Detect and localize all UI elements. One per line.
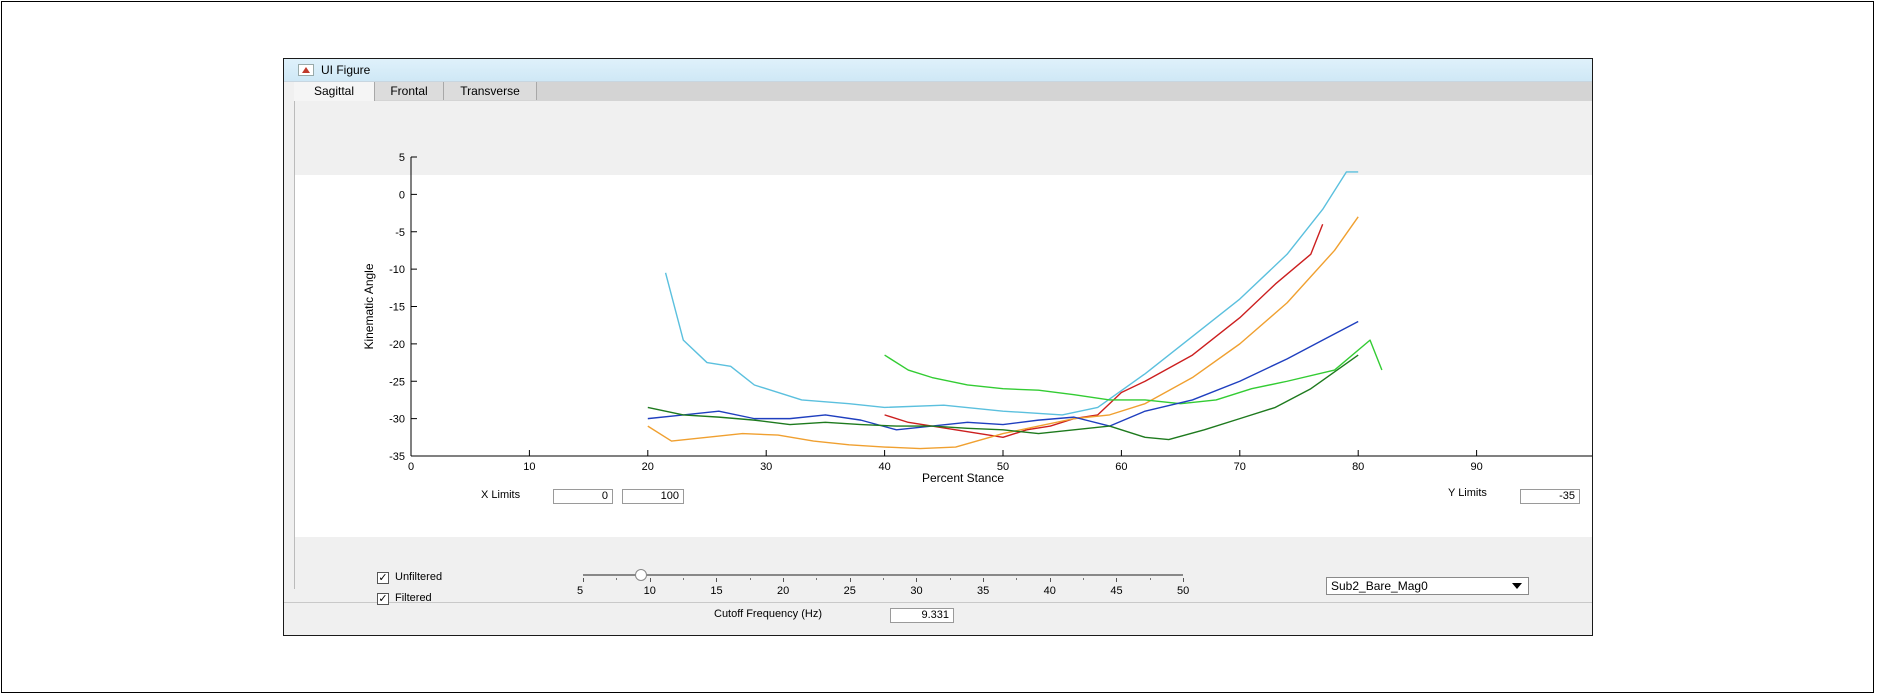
x-axis-label: Percent Stance (922, 471, 1004, 485)
tab-bar: Sagittal Frontal Transverse (294, 82, 1592, 102)
series-line-4 (647, 320, 1359, 431)
series-line-3 (884, 339, 1383, 405)
unfiltered-label: Unfiltered (395, 571, 443, 583)
y-tick-label: 0 (399, 189, 405, 201)
slider-tick-label: 35 (977, 585, 990, 597)
unfiltered-checkbox[interactable]: ✓ (377, 572, 389, 584)
dataset-dropdown-value: Sub2_Bare_Mag0 (1331, 579, 1428, 593)
slider-tick-mark (649, 578, 651, 582)
slider-tick-label: 50 (1177, 585, 1190, 597)
slider-tick-mark (1049, 578, 1051, 582)
cutoff-slider-track[interactable] (583, 574, 1183, 576)
ui-figure-window: UI Figure Sagittal Frontal Transverse 50… (283, 58, 1593, 636)
tab-sagittal[interactable]: Sagittal (294, 82, 375, 102)
y-limits-label: Y Limits (1448, 487, 1487, 499)
slider-minor-tick (616, 578, 618, 580)
slider-minor-tick (816, 578, 818, 580)
cutoff-slider-thumb[interactable] (634, 569, 647, 581)
x-tick-label: 10 (523, 461, 535, 473)
slider-minor-tick (683, 578, 684, 580)
y-limits-min-field[interactable]: -35 (1520, 489, 1580, 504)
slider-tick-label: 5 (577, 585, 584, 597)
slider-tick-label: 20 (777, 585, 790, 597)
x-tick-label: 0 (408, 461, 414, 473)
y-tick-label: -20 (389, 339, 405, 351)
y-tick-label: 5 (399, 152, 405, 164)
slider-tick-mark (849, 578, 851, 582)
window-title: UI Figure (321, 63, 371, 77)
slider-tick-mark (1116, 578, 1118, 582)
slider-tick-label: 10 (643, 585, 656, 597)
slider-tick-label: 25 (843, 585, 856, 597)
slider-tick-mark (983, 578, 984, 582)
tab-frontal[interactable]: Frontal (375, 82, 444, 100)
matlab-icon (298, 64, 314, 76)
slider-minor-tick (883, 578, 884, 580)
series-line-2 (647, 216, 1359, 450)
chevron-down-icon (1512, 583, 1522, 589)
control-divider (284, 602, 1592, 603)
series-line-0 (664, 171, 1359, 416)
slider-minor-tick (1016, 578, 1018, 580)
x-limits-min-field[interactable]: 0 (553, 489, 613, 504)
slider-minor-tick (749, 578, 751, 580)
cutoff-frequency-label: Cutoff Frequency (Hz) (714, 608, 823, 620)
x-tick-label: 30 (760, 461, 772, 473)
x-limits-label: X Limits (481, 489, 521, 501)
x-tick-label: 60 (1115, 461, 1127, 473)
y-tick-label: -10 (389, 264, 405, 276)
slider-tick-mark (916, 578, 918, 582)
y-tick-label: -35 (389, 451, 405, 463)
x-tick-label: 80 (1352, 461, 1364, 473)
x-tick-label: 70 (1234, 461, 1246, 473)
filtered-checkbox[interactable]: ✓ (377, 593, 389, 605)
slider-tick-mark (583, 578, 584, 582)
slider-minor-tick (1149, 578, 1151, 580)
slider-minor-tick (949, 578, 951, 580)
y-tick-label: -30 (389, 414, 405, 426)
x-limits-max-field[interactable]: 100 (622, 489, 684, 504)
slider-tick-mark (783, 578, 784, 582)
x-tick-label: 90 (1470, 461, 1482, 473)
series-line-5 (647, 354, 1359, 441)
slider-minor-tick (1083, 578, 1084, 580)
title-bar: UI Figure (284, 59, 1592, 82)
slider-tick-mark (716, 578, 718, 582)
cutoff-frequency-field[interactable]: 9.331 (890, 608, 954, 623)
y-tick-label: -15 (389, 302, 405, 314)
y-tick-label: -5 (395, 227, 405, 239)
slider-tick-label: 15 (710, 585, 723, 597)
filtered-label: Filtered (395, 592, 432, 604)
y-tick-label: -25 (389, 376, 405, 388)
y-axis-label: Kinematic Angle (362, 263, 376, 349)
tab-transverse[interactable]: Transverse (444, 82, 537, 100)
slider-tick-label: 40 (1043, 585, 1056, 597)
sagittal-panel: 5 0 -5 -10 -15 -20 -25 -30 -35 0 10 20 30 40 50 60 70 80 9… (294, 101, 1592, 589)
dataset-dropdown[interactable]: Sub2_Bare_Mag0 (1326, 577, 1529, 595)
x-tick-label: 40 (878, 461, 890, 473)
slider-tick-label: 45 (1110, 585, 1123, 597)
slider-tick-label: 30 (910, 585, 923, 597)
slider-tick-mark (1183, 578, 1184, 582)
x-tick-label: 20 (642, 461, 654, 473)
